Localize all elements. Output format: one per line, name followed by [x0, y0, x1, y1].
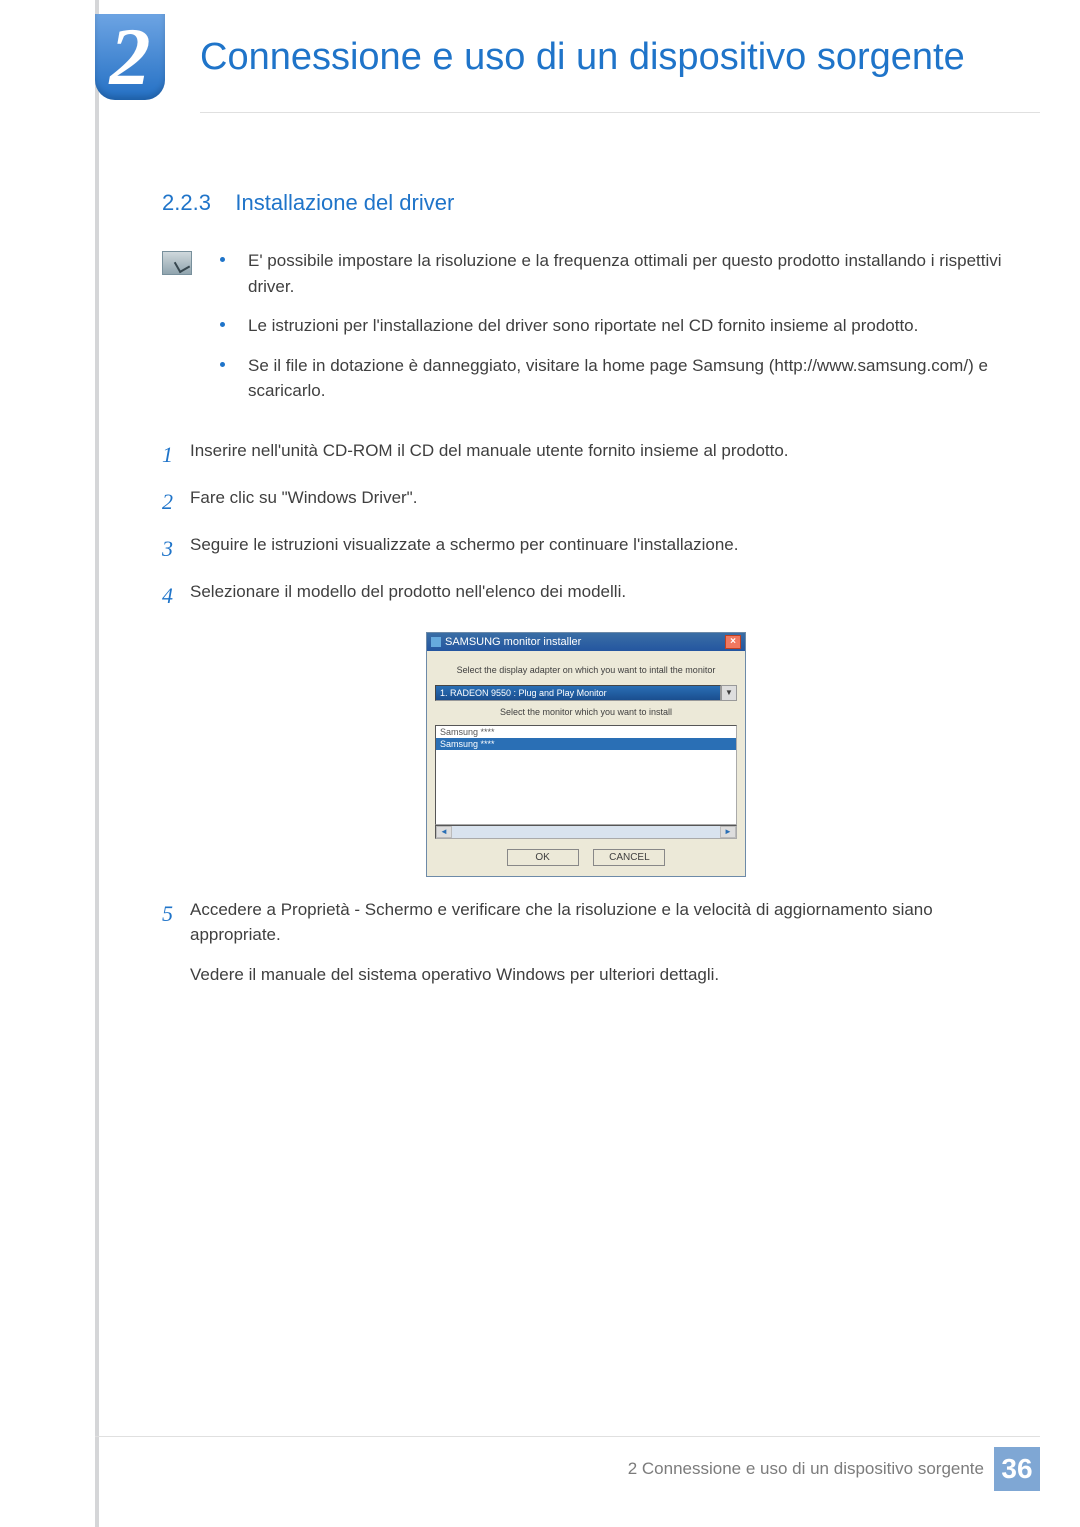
steps-list-continued: 5 Accedere a Proprietà - Schermo e verif…	[162, 897, 1010, 948]
step-text: Seguire le istruzioni visualizzate a sch…	[190, 532, 1010, 558]
step-text: Fare clic su "Windows Driver".	[190, 485, 1010, 511]
section-title: Installazione del driver	[235, 190, 454, 215]
step: 2 Fare clic su "Windows Driver".	[162, 485, 1010, 518]
note-icon	[162, 251, 192, 275]
installer-title-text: SAMSUNG monitor installer	[445, 636, 581, 648]
list-item-selected[interactable]: Samsung ****	[436, 738, 736, 750]
note-item: E' possibile impostare la risoluzione e …	[210, 248, 1010, 299]
page-footer: 2 Connessione e uso di un dispositivo so…	[628, 1447, 1040, 1491]
step-number: 1	[162, 438, 190, 471]
chapter-header: 2 Connessione e uso di un dispositivo so…	[95, 14, 1040, 100]
scroll-track[interactable]	[452, 826, 720, 838]
monitor-listbox[interactable]: Samsung **** Samsung ****	[435, 725, 737, 825]
note-item: Se il file in dotazione è danneggiato, v…	[210, 353, 1010, 404]
installer-body: Select the display adapter on which you …	[427, 651, 745, 876]
list-item[interactable]: Samsung ****	[436, 726, 736, 738]
step-text: Accedere a Proprietà - Schermo e verific…	[190, 897, 1010, 948]
main-content: 2.2.3 Installazione del driver E' possib…	[162, 190, 1010, 987]
step-number: 3	[162, 532, 190, 565]
step-number: 5	[162, 897, 190, 930]
steps-list: 1 Inserire nell'unità CD-ROM il CD del m…	[162, 438, 1010, 612]
scroll-left-icon[interactable]: ◄	[436, 826, 452, 838]
installer-dialog: SAMSUNG monitor installer × Select the d…	[426, 632, 746, 877]
note-block: E' possibile impostare la risoluzione e …	[162, 248, 1010, 418]
installer-message-1: Select the display adapter on which you …	[435, 659, 737, 681]
section-heading: 2.2.3 Installazione del driver	[162, 190, 1010, 216]
section-number: 2.2.3	[162, 190, 211, 215]
step: 5 Accedere a Proprietà - Schermo e verif…	[162, 897, 1010, 948]
step-number: 2	[162, 485, 190, 518]
step: 1 Inserire nell'unità CD-ROM il CD del m…	[162, 438, 1010, 471]
chevron-down-icon[interactable]: ▼	[721, 685, 737, 701]
chapter-number-badge: 2	[95, 14, 165, 100]
chapter-title: Connessione e uso di un dispositivo sorg…	[200, 36, 965, 79]
horizontal-scrollbar[interactable]: ◄ ►	[435, 825, 737, 839]
step: 3 Seguire le istruzioni visualizzate a s…	[162, 532, 1010, 565]
step-number: 4	[162, 579, 190, 612]
dropdown-value: 1. RADEON 9550 : Plug and Play Monitor	[435, 685, 721, 701]
installer-message-2: Select the monitor which you want to ins…	[435, 701, 737, 723]
close-icon[interactable]: ×	[725, 635, 741, 649]
note-item: Le istruzioni per l'installazione del dr…	[210, 313, 1010, 339]
page-number-badge: 36	[994, 1447, 1040, 1491]
ok-button[interactable]: OK	[507, 849, 579, 866]
step-additional-note: Vedere il manuale del sistema operativo …	[190, 962, 1010, 988]
header-divider	[200, 112, 1040, 113]
cancel-button[interactable]: CANCEL	[593, 849, 665, 866]
footer-chapter-text: 2 Connessione e uso di un dispositivo so…	[628, 1459, 984, 1479]
scroll-right-icon[interactable]: ►	[720, 826, 736, 838]
app-icon	[431, 637, 441, 647]
chapter-number: 2	[110, 20, 151, 94]
step-text: Inserire nell'unità CD-ROM il CD del man…	[190, 438, 1010, 464]
adapter-dropdown[interactable]: 1. RADEON 9550 : Plug and Play Monitor ▼	[435, 685, 737, 701]
left-margin-rule	[95, 0, 99, 1527]
note-list: E' possibile impostare la risoluzione e …	[210, 248, 1010, 418]
step: 4 Selezionare il modello del prodotto ne…	[162, 579, 1010, 612]
step-text: Selezionare il modello del prodotto nell…	[190, 579, 1010, 605]
installer-titlebar: SAMSUNG monitor installer ×	[427, 633, 745, 651]
dialog-button-row: OK CANCEL	[435, 839, 737, 868]
footer-divider	[95, 1436, 1040, 1437]
